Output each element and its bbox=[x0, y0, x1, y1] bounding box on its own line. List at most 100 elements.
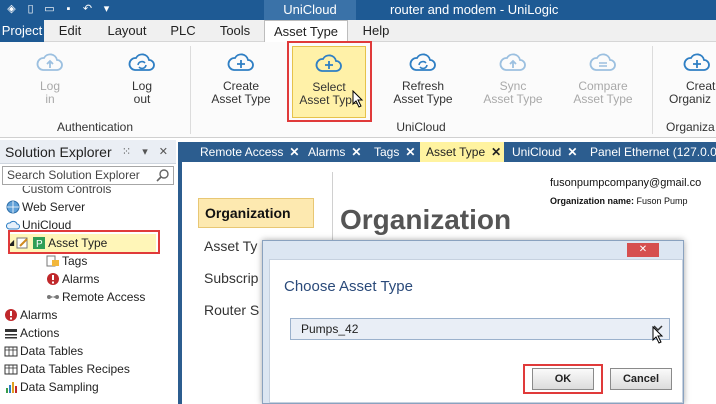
close-icon[interactable]: ✕ bbox=[289, 145, 299, 159]
search-icon bbox=[156, 169, 169, 182]
doc-tab-label: Remote Access bbox=[200, 145, 284, 159]
highlight-select-asset-type bbox=[287, 41, 372, 122]
doc-tab-tags[interactable]: Tags ✕ bbox=[368, 142, 415, 162]
organization-name: Organization name: Fuson Pump bbox=[550, 196, 688, 206]
group-authentication: Authentication bbox=[56, 120, 134, 134]
refresh-asset-type-button[interactable]: Refresh Asset Type bbox=[388, 46, 458, 116]
side-nav-asset-type[interactable]: Asset Ty bbox=[204, 238, 257, 254]
sync-asset-type-button[interactable]: Sync Asset Type bbox=[478, 46, 548, 116]
compare-asset-type-button[interactable]: Compare Asset Type bbox=[568, 46, 638, 116]
solution-explorer-header: Solution Explorer ⁙ ▾ ✕ bbox=[0, 140, 176, 164]
search-placeholder: Search Solution Explorer bbox=[7, 168, 140, 182]
cloud-add-icon bbox=[683, 53, 710, 71]
tree-item-web-server[interactable]: Web Server bbox=[6, 198, 85, 216]
chart-icon bbox=[6, 382, 17, 393]
close-icon[interactable]: ✕ bbox=[491, 145, 501, 159]
cloud-refresh-icon bbox=[409, 53, 436, 71]
doc-tab-label: UniCloud bbox=[512, 145, 562, 159]
side-nav-organization[interactable]: Organization bbox=[198, 198, 314, 228]
create-asset-type-button[interactable]: Create Asset Type bbox=[206, 46, 276, 116]
tab-asset-type[interactable]: Asset Type bbox=[264, 20, 348, 43]
asset-type-dropdown[interactable]: Pumps_42 bbox=[290, 318, 670, 340]
ribbon-separator bbox=[652, 46, 653, 134]
create-organization-label-2: Organiz bbox=[669, 92, 712, 106]
app-menu-icon[interactable]: ◈ bbox=[4, 2, 19, 17]
save-icon[interactable]: ▪ bbox=[61, 2, 76, 17]
tab-edit[interactable]: Edit bbox=[54, 20, 86, 42]
cloud-refresh-icon bbox=[128, 53, 155, 71]
page-title: Organization bbox=[340, 204, 512, 235]
table-icon bbox=[4, 346, 18, 357]
tree-label: Custom Controls bbox=[22, 186, 112, 196]
tree-item-alarms[interactable]: Alarms bbox=[4, 306, 57, 324]
tree-label: Data Sampling bbox=[20, 380, 99, 394]
tree-item-custom-controls[interactable]: Custom Controls bbox=[22, 186, 111, 198]
cancel-button[interactable]: Cancel bbox=[610, 368, 672, 390]
mouse-cursor-icon bbox=[652, 326, 664, 344]
close-icon[interactable]: ✕ bbox=[405, 145, 415, 159]
tree-label: Data Tables Recipes bbox=[20, 362, 130, 376]
tree-label: Web Server bbox=[22, 200, 86, 214]
doc-tab-unicloud[interactable]: UniCloud ✕ bbox=[506, 142, 577, 162]
alarm-icon bbox=[47, 273, 59, 285]
document-tabs: Remote Access ✕ Alarms ✕ Tags ✕ Asset Type ✕… bbox=[178, 142, 716, 162]
tab-layout[interactable]: Layout bbox=[104, 20, 150, 42]
tree-label: Alarms bbox=[62, 272, 100, 286]
doc-tab-label: Tags bbox=[374, 145, 400, 159]
log-out-button[interactable]: Log out bbox=[114, 46, 170, 116]
tree-item-alarms-sub[interactable]: Alarms bbox=[46, 270, 99, 288]
ribbon: Log in Log out Authentication Create Ass… bbox=[0, 41, 716, 138]
create-asset-type-label-2: Asset Type bbox=[211, 92, 271, 106]
dropdown-icon[interactable]: ▾ bbox=[99, 2, 114, 17]
cloud-add-icon bbox=[227, 53, 254, 71]
table-icon bbox=[4, 364, 18, 375]
sync-asset-type-label-2: Asset Type bbox=[483, 92, 543, 106]
doc-tab-alarms[interactable]: Alarms ✕ bbox=[302, 142, 361, 162]
undo-icon[interactable]: ↶ bbox=[80, 2, 95, 17]
new-file-icon[interactable]: ▯ bbox=[23, 2, 38, 17]
tree-label: Alarms bbox=[20, 308, 58, 322]
tab-tools[interactable]: Tools bbox=[216, 20, 254, 42]
doc-tab-label: Alarms bbox=[308, 145, 346, 159]
refresh-asset-type-label-2: Asset Type bbox=[393, 92, 453, 106]
side-nav-router-settings[interactable]: Router S bbox=[204, 302, 259, 318]
tree-item-data-tables-recipes[interactable]: Data Tables Recipes bbox=[4, 360, 130, 378]
highlight-asset-type-node bbox=[8, 230, 160, 254]
tree-item-actions[interactable]: Actions bbox=[4, 324, 59, 342]
panel-controls[interactable]: ⁙ ▾ ✕ bbox=[122, 140, 172, 164]
log-out-label-2: out bbox=[133, 92, 151, 106]
log-in-button[interactable]: Log in bbox=[22, 46, 78, 116]
side-nav-subscription[interactable]: Subscrip bbox=[204, 270, 258, 286]
tab-plc[interactable]: PLC bbox=[168, 20, 198, 42]
tab-help[interactable]: Help bbox=[358, 20, 394, 42]
log-in-label-2: in bbox=[45, 92, 55, 106]
remote-access-icon bbox=[47, 295, 59, 299]
cloud-upload-icon bbox=[499, 53, 526, 71]
organization-name-value: Fuson Pump bbox=[636, 196, 688, 206]
tree-item-tags[interactable]: Tags bbox=[46, 252, 87, 270]
account-email: fusonpumpcompany@gmail.co bbox=[550, 177, 702, 189]
compare-asset-type-label-2: Asset Type bbox=[573, 92, 633, 106]
tab-project[interactable]: Project bbox=[0, 20, 44, 42]
globe-icon bbox=[6, 200, 20, 214]
close-icon[interactable]: ✕ bbox=[627, 243, 659, 257]
cloud-compare-icon bbox=[589, 53, 616, 71]
solution-explorer-search[interactable]: Search Solution Explorer bbox=[2, 166, 174, 185]
tree-label: Data Tables bbox=[20, 344, 84, 358]
organization-name-label: Organization name: bbox=[550, 196, 635, 206]
doc-tab-panel-ethernet[interactable]: Panel Ethernet (127.0.0. bbox=[584, 142, 716, 162]
alarm-icon bbox=[5, 309, 17, 321]
cloud-up-icon bbox=[36, 53, 63, 71]
open-folder-icon[interactable]: ▭ bbox=[42, 2, 57, 17]
title-bar: ◈ ▯ ▭ ▪ ↶ ▾ UniCloud router and modem - … bbox=[0, 0, 716, 20]
context-tab-unicloud: UniCloud bbox=[264, 0, 356, 20]
close-icon[interactable]: ✕ bbox=[567, 145, 577, 159]
create-organization-button[interactable]: Creat Organiz bbox=[664, 46, 716, 116]
tree-item-data-tables[interactable]: Data Tables bbox=[4, 342, 83, 360]
doc-tab-remote-access[interactable]: Remote Access ✕ bbox=[194, 142, 299, 162]
tree-item-data-sampling[interactable]: Data Sampling bbox=[4, 378, 99, 396]
tree-item-remote-access[interactable]: Remote Access bbox=[46, 288, 145, 306]
choose-asset-type-dialog: ✕ Choose Asset Type Pumps_42 OK Cancel bbox=[262, 240, 684, 404]
doc-tab-asset-type[interactable]: Asset Type ✕ bbox=[420, 142, 504, 162]
close-icon[interactable]: ✕ bbox=[351, 145, 361, 159]
